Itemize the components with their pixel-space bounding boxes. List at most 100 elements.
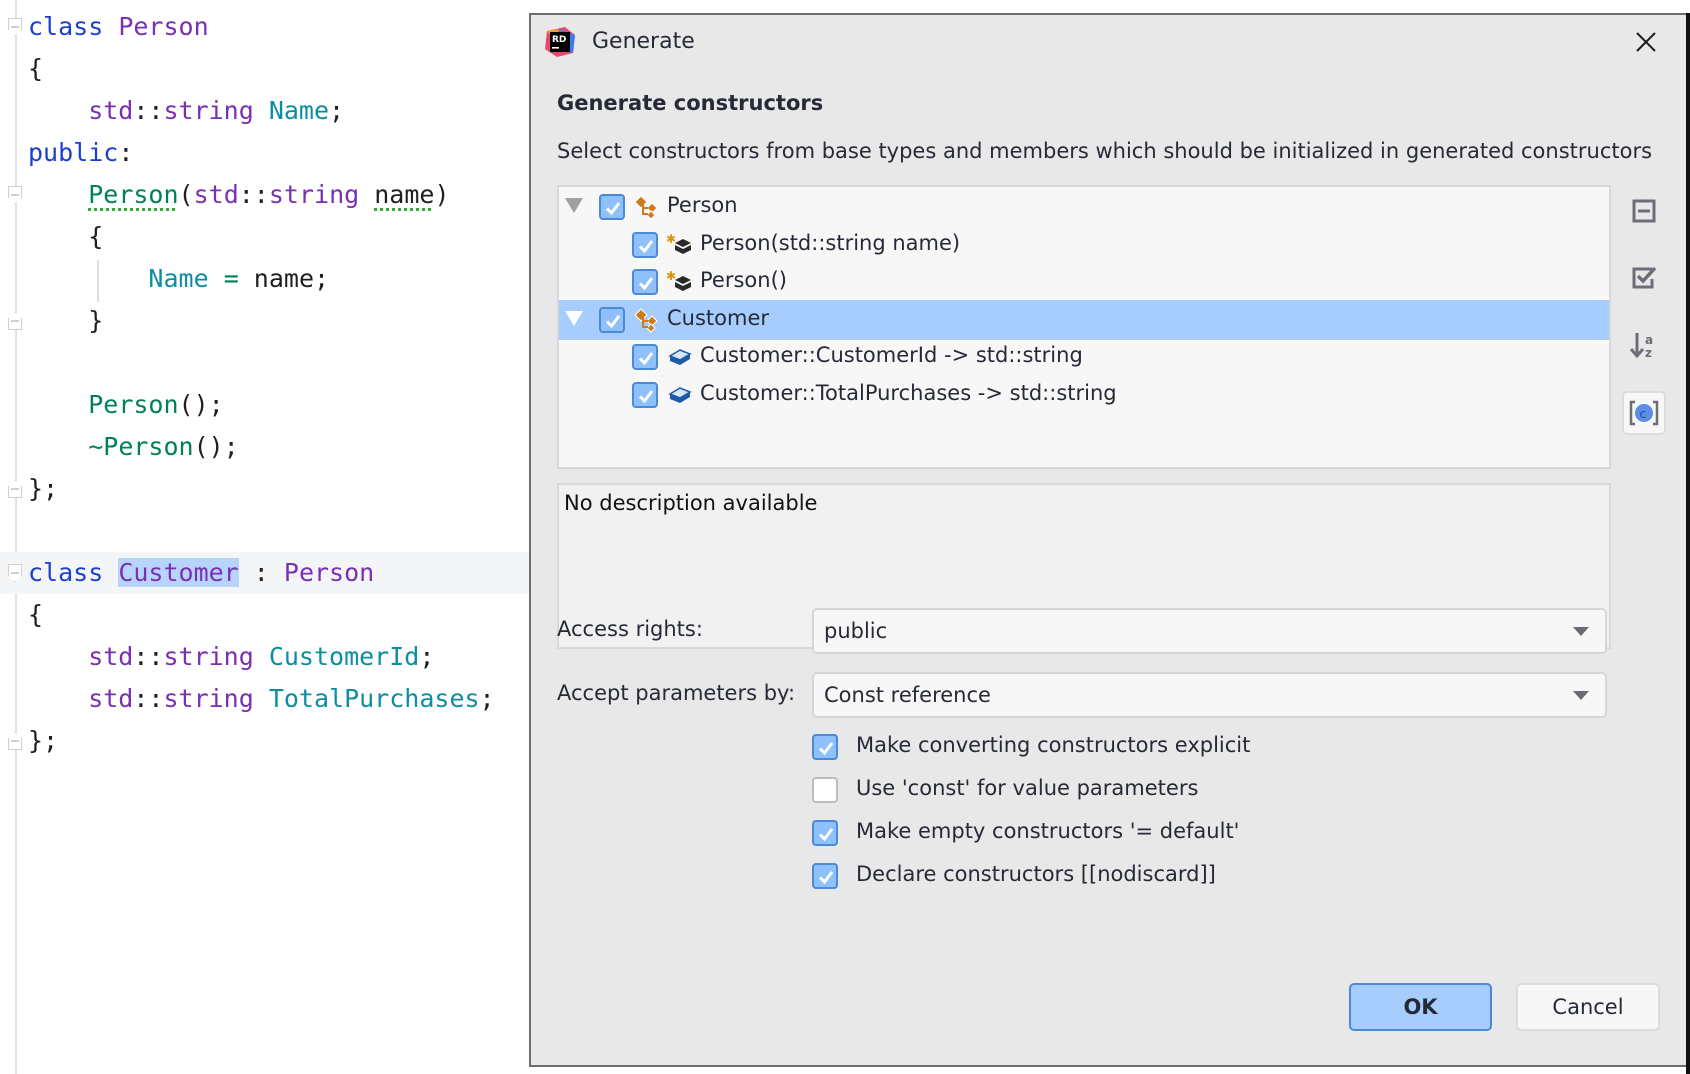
accept-parameters-value: Const reference — [824, 683, 991, 707]
svg-text:RD: RD — [552, 35, 566, 45]
chevron-down-icon — [1573, 627, 1589, 636]
option-label: Make converting constructors explicit — [856, 733, 1251, 757]
code-token: std — [28, 96, 134, 125]
code-text: { — [28, 594, 43, 636]
access-rights-value: public — [824, 619, 888, 643]
code-line[interactable]: } — [0, 300, 560, 342]
code-editor[interactable]: class Person{ std::string Name; public: P… — [0, 0, 560, 1074]
code-text: }; — [28, 720, 58, 762]
tree-node[interactable]: Customer — [559, 299, 1609, 340]
code-line[interactable]: class Customer : Person — [0, 552, 560, 594]
code-token: Person — [88, 390, 179, 419]
rider-logo-icon: RD — [545, 27, 575, 57]
code-text: { — [28, 48, 43, 90]
code-line[interactable]: }; — [0, 720, 560, 762]
code-line[interactable]: ~Person(); — [0, 426, 560, 468]
code-token: ) — [434, 180, 450, 209]
generate-dialog: RD Generate Generate constructors Select… — [529, 13, 1690, 1067]
tree-checkbox[interactable] — [632, 231, 658, 258]
ok-button[interactable]: OK — [1349, 983, 1492, 1031]
svg-text:✱: ✱ — [666, 232, 676, 246]
code-line[interactable]: std::string CustomerId; — [0, 636, 560, 678]
check-all-icon — [1632, 266, 1657, 289]
tree-item-label: Customer::TotalPurchases -> std::string — [700, 380, 1117, 405]
tree-checkbox[interactable] — [599, 306, 625, 333]
code-text: std::string Name; — [28, 90, 344, 132]
collapse-all-icon — [1632, 199, 1656, 223]
code-text: std::string CustomerId; — [28, 636, 434, 678]
code-line[interactable]: { — [0, 594, 560, 636]
field-icon — [666, 344, 694, 370]
code-line[interactable]: public: — [0, 132, 560, 174]
code-token: class — [28, 558, 119, 587]
section-description: Select constructors from base types and … — [557, 139, 1653, 163]
code-text: Person(); — [28, 384, 223, 426]
tree-item[interactable]: ✱ Person(std::string name) — [559, 225, 1609, 265]
code-token: string — [163, 96, 269, 125]
sort-alphabetically-button[interactable]: a z — [1622, 323, 1666, 367]
code-token: name — [374, 180, 435, 209]
code-token: CustomerId — [268, 642, 420, 671]
code-text: std::string TotalPurchases; — [28, 678, 494, 720]
section-title: Generate constructors — [557, 91, 824, 115]
tree-checkbox[interactable] — [632, 381, 658, 408]
cancel-button[interactable]: Cancel — [1516, 983, 1660, 1031]
expand-arrow-icon[interactable] — [565, 310, 583, 326]
code-token: :: — [238, 180, 269, 209]
tree-item[interactable]: Customer::TotalPurchases -> std::string — [559, 375, 1609, 415]
option-checkbox[interactable] — [812, 820, 838, 846]
code-line[interactable]: }; — [0, 468, 560, 510]
code-line[interactable]: Person(); — [0, 384, 560, 426]
option-checkbox-row[interactable]: Make converting constructors explicit — [812, 731, 1512, 763]
chevron-down-icon — [1573, 691, 1589, 700]
option-checkbox[interactable] — [812, 777, 838, 803]
constructor-icon: ✱ — [666, 269, 694, 295]
option-label: Use 'const' for value parameters — [856, 776, 1199, 800]
option-checkbox[interactable] — [812, 863, 838, 889]
tree-item[interactable]: Customer::CustomerId -> std::string — [559, 337, 1609, 377]
accept-parameters-label: Accept parameters by: — [557, 681, 796, 705]
code-token: (); — [193, 432, 239, 461]
code-line[interactable]: std::string Name; — [0, 90, 560, 132]
code-line[interactable]: Person(std::string name) — [0, 174, 560, 216]
code-text: class Person — [28, 6, 209, 48]
tree-item[interactable]: ✱ Person() — [559, 262, 1609, 302]
close-icon[interactable] — [1631, 27, 1661, 57]
code-line[interactable]: Name = name; — [0, 258, 560, 300]
code-token: std — [193, 180, 239, 209]
code-line[interactable] — [0, 510, 560, 552]
code-text: Name = name; — [28, 258, 329, 300]
code-token: Person — [283, 558, 375, 587]
code-line[interactable]: std::string TotalPurchases; — [0, 678, 560, 720]
accept-parameters-dropdown[interactable]: Const reference — [812, 672, 1607, 718]
code-token: :: — [133, 684, 164, 713]
access-rights-label: Access rights: — [557, 617, 703, 641]
code-line[interactable] — [0, 342, 560, 384]
class-icon — [633, 194, 661, 220]
access-rights-dropdown[interactable]: public — [812, 608, 1607, 654]
option-checkbox-row[interactable]: Use 'const' for value parameters — [812, 774, 1512, 806]
tree-checkbox[interactable] — [632, 269, 658, 295]
code-line[interactable]: { — [0, 216, 560, 258]
tree-checkbox[interactable] — [632, 344, 658, 370]
option-checkbox-row[interactable]: Declare constructors [[nodiscard]] — [812, 860, 1512, 892]
option-checkbox[interactable] — [812, 734, 838, 760]
collapse-all-button[interactable] — [1622, 189, 1666, 233]
show-base-classes-button[interactable]: c — [1622, 391, 1666, 435]
tree-node[interactable]: Person — [559, 187, 1609, 227]
code-line[interactable]: { — [0, 48, 560, 90]
option-checkbox-row[interactable]: Make empty constructors '= default' — [812, 817, 1512, 849]
check-all-button[interactable] — [1622, 255, 1666, 299]
tree-item-label: Customer — [667, 305, 770, 330]
code-token: Person — [118, 12, 209, 41]
code-token: Person — [88, 180, 179, 209]
code-line[interactable]: class Person — [0, 6, 560, 48]
constructor-tree[interactable]: Person ✱ Person(std::string name) ✱ Person()… — [557, 185, 1611, 469]
code-token: { — [28, 222, 104, 251]
code-token: Name — [268, 96, 330, 125]
expand-arrow-icon[interactable] — [565, 198, 583, 213]
class-icon — [633, 307, 661, 333]
code-token: string — [163, 642, 269, 671]
tree-checkbox[interactable] — [599, 194, 625, 220]
